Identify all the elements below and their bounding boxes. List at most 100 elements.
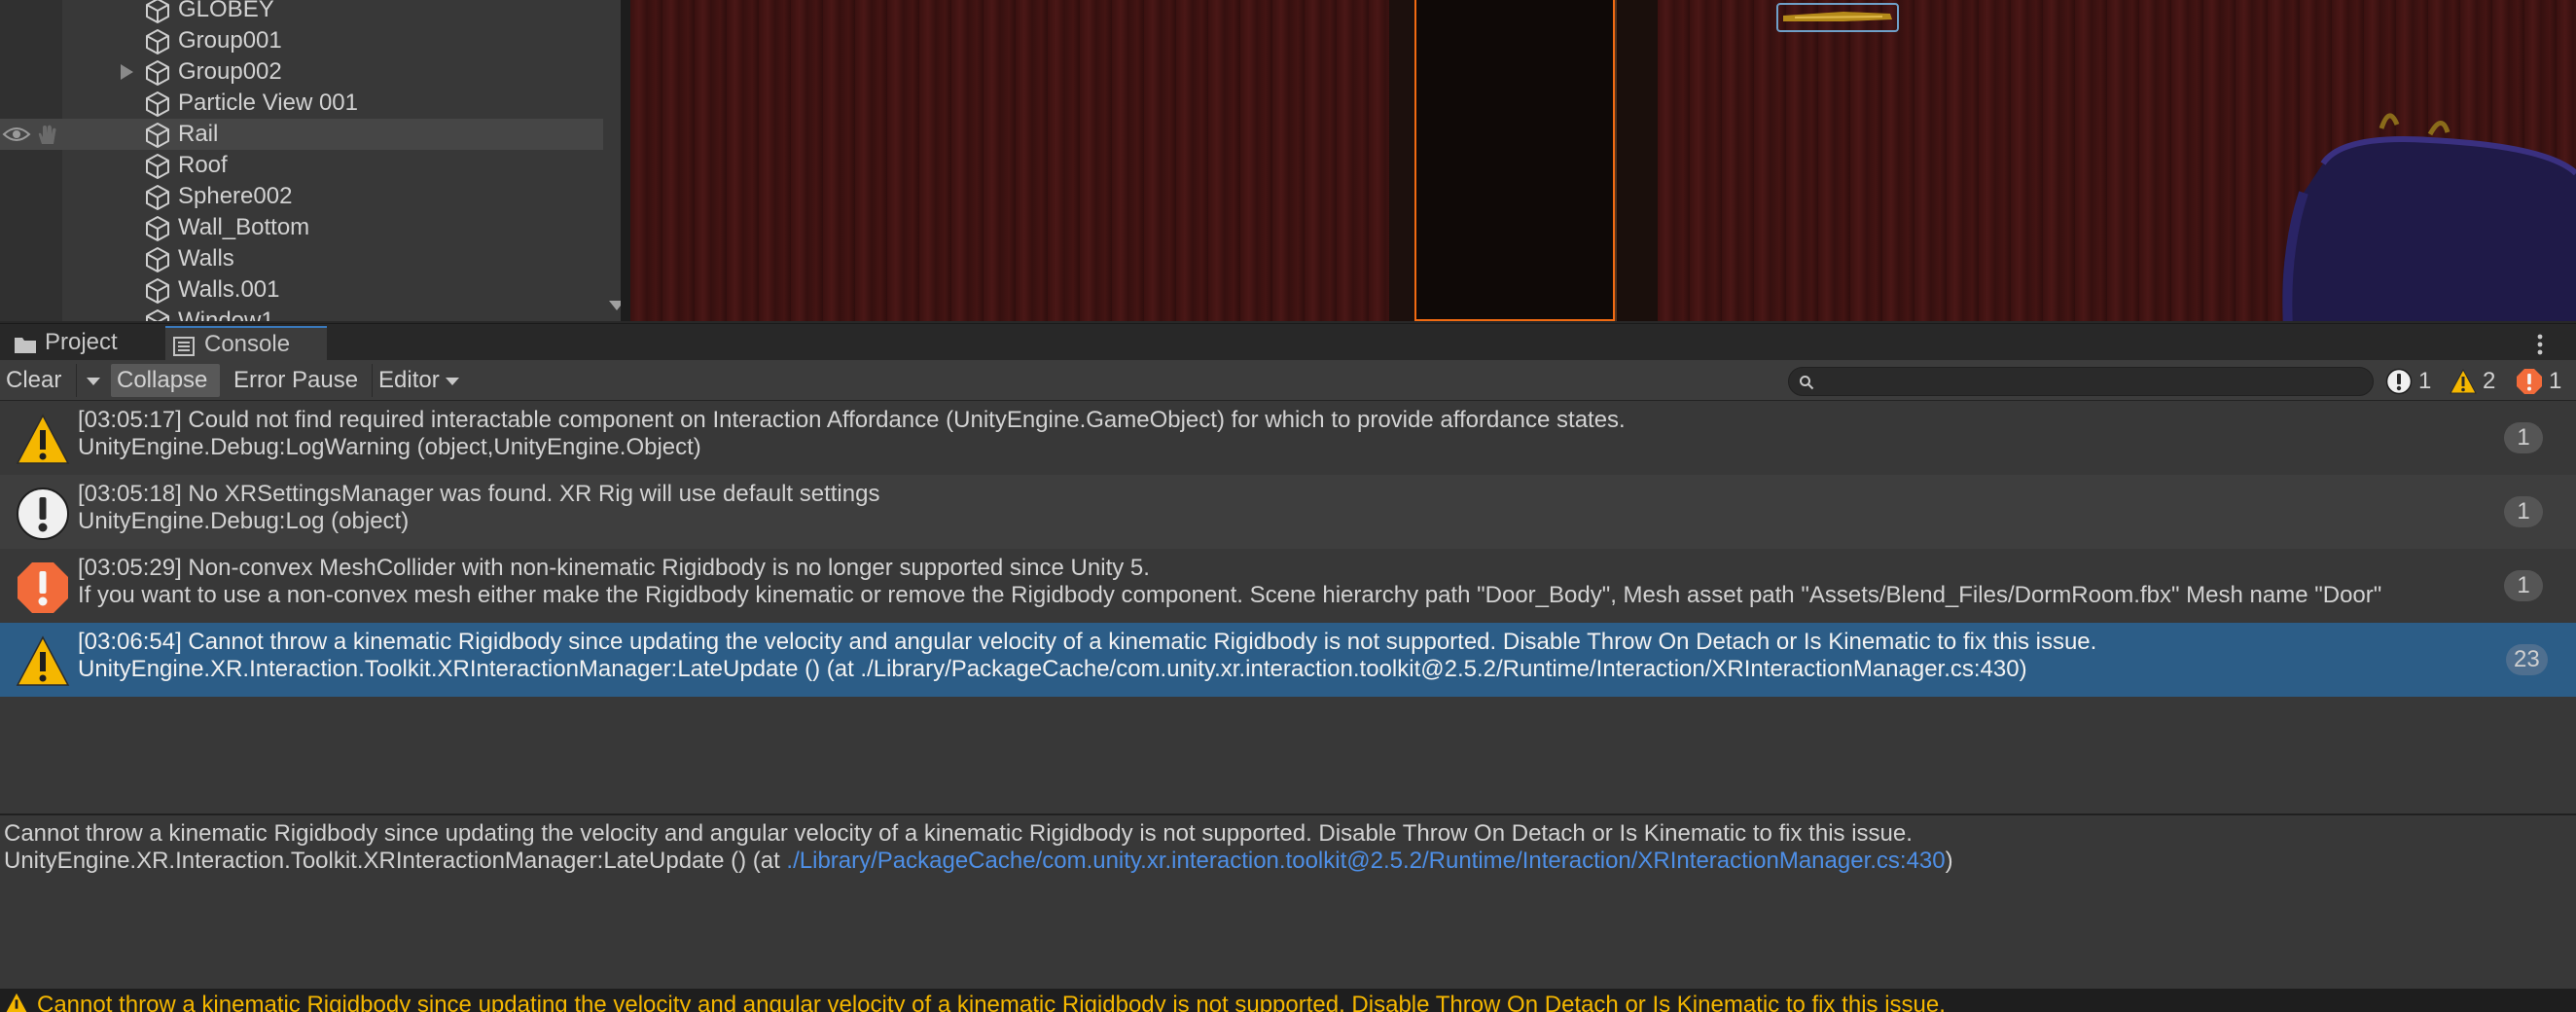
hierarchy-item-label: Walls.001 [178, 276, 280, 303]
detail-message: Cannot throw a kinematic Rigidbody since… [4, 820, 1913, 847]
detail-stacktrace: UnityEngine.XR.Interaction.Toolkit.XRInt… [4, 847, 1953, 876]
log-stacktrace-line: UnityEngine.XR.Interaction.Toolkit.XRInt… [78, 656, 2027, 682]
scene-view[interactable] [630, 0, 2576, 321]
door-handle-object[interactable] [1775, 0, 1902, 35]
panel-splitter[interactable] [621, 0, 630, 321]
log-message: [03:05:29] Non-convex MeshCollider with … [78, 555, 1150, 581]
error-count-toggle[interactable]: 1 [2516, 366, 2570, 397]
hierarchy-item[interactable]: Roof [0, 150, 603, 181]
stacktrace-source-link[interactable]: ./Library/PackageCache/com.unity.xr.inte… [786, 848, 1945, 874]
chair-object[interactable] [2265, 105, 2576, 321]
hierarchy-item[interactable]: GLOBEY [0, 0, 603, 25]
cube-icon [146, 91, 169, 117]
clear-options-dropdown[interactable] [76, 364, 109, 397]
log-message: [03:06:54] Cannot throw a kinematic Rigi… [78, 629, 2097, 655]
editor-target-dropdown[interactable]: Editor [372, 364, 467, 397]
hierarchy-item-label: Particle View 001 [178, 90, 358, 116]
status-bar[interactable]: Cannot throw a kinematic Rigidbody since… [0, 989, 2576, 1012]
chevron-down-icon [87, 377, 100, 385]
log-count-badge: 1 [2504, 422, 2543, 453]
hierarchy-item-label: Group002 [178, 58, 282, 85]
detail-stacktrace-prefix: UnityEngine.XR.Interaction.Toolkit.XRInt… [4, 848, 787, 874]
log-stacktrace-line: UnityEngine.Debug:Log (object) [78, 508, 410, 534]
hierarchy-item-label: Roof [178, 152, 228, 178]
cube-icon [146, 247, 169, 272]
search-icon [1800, 376, 1814, 390]
search-input[interactable] [1822, 370, 2367, 393]
kebab-menu-icon[interactable] [2535, 333, 2545, 356]
folder-icon [15, 338, 36, 353]
log-entry[interactable]: [03:05:17] Could not find required inter… [0, 401, 2576, 475]
log-message: [03:05:18] No XRSettingsManager was foun… [78, 481, 880, 507]
cube-icon [146, 0, 169, 23]
log-count-badge: 23 [2506, 644, 2548, 675]
log-count-badge: 1 [2504, 570, 2543, 601]
hierarchy-item-label: GLOBEY [178, 0, 274, 22]
error-icon [2517, 369, 2542, 394]
hierarchy-item[interactable]: Wall_Bottom [0, 212, 603, 243]
cube-icon [146, 216, 169, 241]
log-message: [03:05:17] Could not find required inter… [78, 407, 1626, 433]
hierarchy-item-label: Wall_Bottom [178, 214, 310, 240]
log-stacktrace-line: If you want to use a non-convex mesh eit… [78, 582, 2382, 608]
hand-icon [38, 125, 56, 144]
chevron-down-icon [445, 377, 459, 385]
console-log-list: [03:05:17] Could not find required inter… [0, 401, 2576, 813]
log-entry[interactable]: [03:05:18] No XRSettingsManager was foun… [0, 475, 2576, 549]
warning-icon [2450, 368, 2477, 394]
error-count: 1 [2549, 368, 2562, 394]
error-icon [18, 562, 68, 613]
warning-icon [6, 993, 27, 1012]
eye-icon [2, 127, 31, 141]
warning-icon [16, 635, 70, 686]
warning-icon [16, 414, 70, 464]
hierarchy-item[interactable]: Walls [0, 243, 603, 274]
hierarchy-scrollbar[interactable] [603, 0, 621, 321]
log-stacktrace-line: UnityEngine.Debug:LogWarning (object,Uni… [78, 434, 701, 460]
warning-count: 2 [2483, 368, 2496, 394]
cube-icon [146, 60, 169, 86]
hierarchy-item[interactable]: Sphere002 [0, 181, 603, 212]
log-entry[interactable]: [03:06:54] Cannot throw a kinematic Rigi… [0, 623, 2576, 697]
status-bar-message: Cannot throw a kinematic Rigidbody since… [37, 992, 1946, 1012]
hierarchy-item[interactable]: Group001 [0, 25, 603, 56]
collapse-toggle[interactable]: Collapse [111, 364, 220, 397]
hierarchy-item[interactable]: Group002 [0, 56, 603, 88]
warning-count-toggle[interactable]: 2 [2450, 366, 2504, 397]
tab-console[interactable]: Console [165, 326, 327, 361]
door-frame-left [1389, 0, 1414, 321]
log-count-badge: 1 [2504, 496, 2543, 527]
console-search [1788, 367, 2374, 396]
error-pause-toggle[interactable]: Error Pause [228, 364, 370, 397]
cube-icon [146, 29, 169, 54]
tab-project[interactable]: Project [6, 326, 161, 361]
info-count-toggle[interactable]: 1 [2385, 366, 2438, 397]
editor-dropdown-label: Editor [378, 367, 440, 393]
selected-door-object[interactable] [1414, 0, 1615, 321]
log-entry[interactable]: [03:05:29] Non-convex MeshCollider with … [0, 549, 2576, 623]
hierarchy-item-label: Window1 [178, 307, 274, 321]
door-frame-right [1615, 0, 1658, 321]
hierarchy-item-label: Walls [178, 245, 234, 271]
cube-icon [146, 154, 169, 179]
cube-icon [146, 185, 169, 210]
scroll-down-arrow-icon[interactable] [609, 301, 621, 310]
hierarchy-item-label: Sphere002 [178, 183, 293, 209]
detail-stacktrace-suffix: ) [1945, 848, 1953, 874]
hierarchy-item[interactable]: Window1 [0, 306, 603, 321]
info-icon [2385, 368, 2413, 395]
tab-console-label: Console [204, 331, 291, 357]
console-icon [173, 337, 195, 356]
expand-arrow-icon[interactable] [121, 64, 133, 80]
hierarchy-item[interactable]: Rail [0, 119, 603, 150]
clear-button[interactable]: Clear [0, 364, 74, 397]
info-count: 1 [2418, 368, 2432, 394]
hierarchy-list: GLOBEY Group001 Group002 Particle View 001 R… [0, 0, 603, 321]
log-detail-pane: Cannot throw a kinematic Rigidbody since… [0, 813, 2576, 989]
hierarchy-panel: GLOBEY Group001 Group002 Particle View 001 R… [0, 0, 621, 321]
cube-icon [146, 278, 169, 304]
info-icon [17, 488, 69, 540]
tab-project-label: Project [45, 329, 118, 355]
hierarchy-item[interactable]: Particle View 001 [0, 88, 603, 119]
hierarchy-item[interactable]: Walls.001 [0, 274, 603, 306]
